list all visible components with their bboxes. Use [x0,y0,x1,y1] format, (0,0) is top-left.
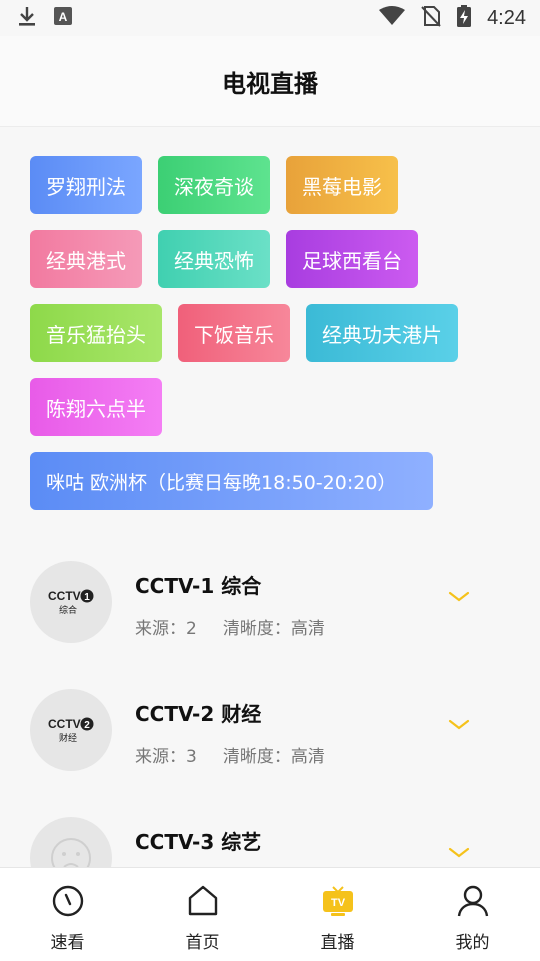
clock-icon [51,884,85,922]
quality-group: 清晰度：高清 [223,614,325,639]
channel-logo [30,817,112,867]
channel-meta: 来源：2 清晰度：高清 [135,614,325,639]
quality-group: 清晰度：高清 [223,742,325,767]
wifi-icon [379,5,406,31]
status-bar: A 4:24 [0,0,540,36]
quality-value: 高清 [290,619,325,639]
category-chip[interactable]: 深夜奇谈 [158,156,270,214]
tv-icon: TV [321,884,355,922]
channel-row[interactable]: CCTV 1 综合 CCTV-1 综合 来源：2 清晰度：高清 [30,561,510,645]
source-group: 来源：3 [135,742,197,767]
quality-label: 清晰度： [222,747,291,767]
source-value: 2 [186,619,197,639]
source-value: 3 [186,747,197,767]
quality-value: 高清 [290,747,325,767]
chevron-down-icon[interactable] [448,717,470,736]
svg-text:TV: TV [330,897,345,909]
channel-logo: CCTV 1 综合 [30,561,112,643]
channel-name: CCTV-2 财经 [135,702,262,726]
category-chip[interactable]: 陈翔六点半 [30,378,162,436]
content-area: 罗翔刑法 深夜奇谈 黑莓电影经典港式 经典恐怖 足球西看台音乐猛抬头 下饭音乐 经典功夫港片… [0,127,540,867]
channel-row[interactable]: CCTV-3 综艺 [30,817,510,867]
nav-item-live[interactable]: TV 直播 [270,868,405,961]
channel-name: CCTV-1 综合 [135,574,262,598]
category-chip[interactable]: 经典港式 [30,230,142,288]
download-icon [18,5,36,31]
category-chip[interactable]: 足球西看台 [286,230,418,288]
nav-label: 直播 [320,933,355,953]
cctv-logo-icon: CCTV 2 财经 [48,717,94,744]
nav-label: 我的 [455,933,490,953]
category-chip[interactable]: 下饭音乐 [178,304,290,362]
source-label: 来源： [135,747,186,767]
nav-item-speed[interactable]: 速看 [0,868,135,961]
logo-number: 2 [84,720,90,731]
category-chip[interactable]: 咪咕 欧洲杯（比赛日每晚18:50-20:20） [30,452,433,510]
text-a-icon: A [54,7,72,29]
category-chip[interactable]: 罗翔刑法 [30,156,142,214]
svg-text:CCTV: CCTV [48,589,81,603]
page-title: 电视直播 [222,69,318,98]
person-icon [456,884,490,922]
nav-label: 首页 [185,933,220,953]
source-label: 来源： [135,619,186,639]
nav-item-mine[interactable]: 我的 [405,868,540,961]
battery-charging-icon [457,4,472,32]
source-group: 来源：2 [135,614,197,639]
svg-text:A: A [59,10,68,24]
chevron-down-icon[interactable] [448,845,470,864]
category-chip[interactable]: 经典功夫港片 [306,304,458,362]
category-chip[interactable]: 经典恐怖 [158,230,270,288]
logo-sub: 综合 [59,604,77,616]
svg-text:CCTV: CCTV [48,717,81,731]
category-chips: 罗翔刑法 深夜奇谈 黑莓电影经典港式 经典恐怖 足球西看台音乐猛抬头 下饭音乐 经典功夫港片… [30,156,510,510]
quality-label: 清晰度： [222,619,291,639]
nav-item-home[interactable]: 首页 [135,868,270,961]
placeholder-face-icon [51,838,91,867]
cctv-logo-icon: CCTV 1 综合 [48,589,94,616]
category-chip[interactable]: 黑莓电影 [286,156,398,214]
channel-name: CCTV-3 综艺 [135,830,262,854]
logo-number: 1 [84,592,90,603]
channel-row[interactable]: CCTV 2 财经 CCTV-2 财经 来源：3 清晰度：高清 [30,689,510,773]
logo-sub: 财经 [59,732,77,744]
home-icon [186,884,220,922]
channel-logo: CCTV 2 财经 [30,689,112,771]
category-chip[interactable]: 音乐猛抬头 [30,304,162,362]
channel-meta: 来源：3 清晰度：高清 [135,742,325,767]
no-sim-icon [421,5,441,32]
chevron-down-icon[interactable] [448,589,470,608]
nav-label: 速看 [50,933,85,953]
bottom-nav: 速看 首页 TV 直播 我的 [0,867,540,961]
status-time: 4:24 [487,6,526,29]
header-bar: 电视直播 [0,36,540,127]
